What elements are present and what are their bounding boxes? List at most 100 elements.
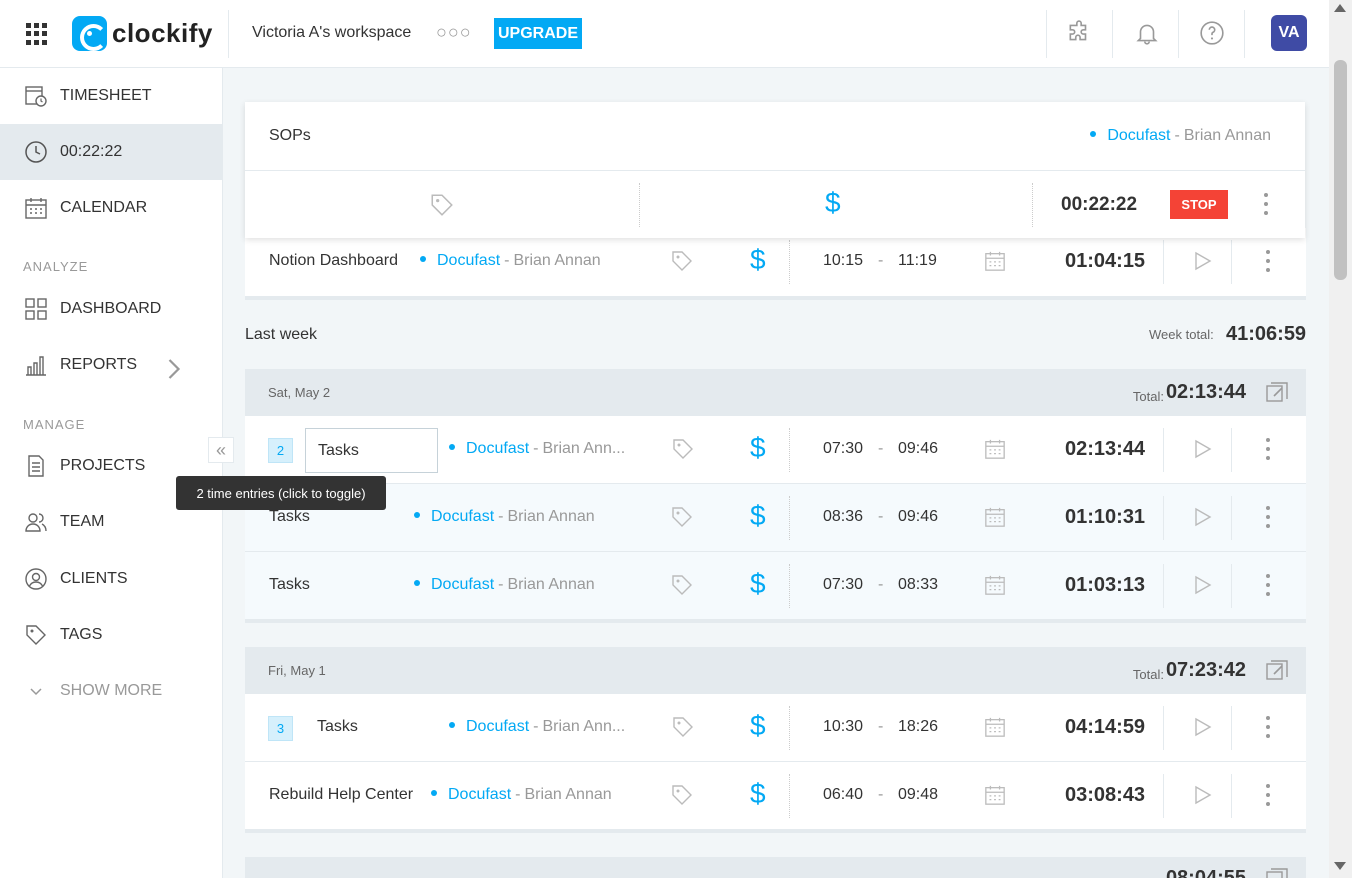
group-count-badge[interactable]: 3 bbox=[268, 716, 293, 741]
end-time[interactable]: 09:46 bbox=[898, 508, 938, 526]
workspace-name[interactable]: Victoria A's workspace bbox=[252, 24, 411, 42]
help-icon[interactable] bbox=[1199, 20, 1225, 46]
entry-project[interactable]: Docufast - Brian Annan bbox=[420, 252, 601, 270]
entry-description[interactable]: Notion Dashboard bbox=[269, 252, 398, 270]
end-time[interactable]: 18:26 bbox=[898, 718, 938, 736]
calendar-icon[interactable] bbox=[984, 784, 1006, 806]
tag-icon[interactable] bbox=[671, 437, 695, 461]
clockify-logo[interactable]: clockify bbox=[72, 16, 213, 51]
sidebar-item-calendar[interactable]: CALENDAR bbox=[0, 180, 222, 236]
sidebar-item-dashboard[interactable]: DASHBOARD bbox=[0, 281, 222, 337]
start-time[interactable]: 07:30 bbox=[823, 440, 863, 458]
apps-grid-icon[interactable] bbox=[26, 23, 48, 45]
more-vert-icon[interactable] bbox=[1263, 248, 1273, 274]
end-time[interactable]: 09:46 bbox=[898, 440, 938, 458]
tag-icon[interactable] bbox=[671, 715, 695, 739]
start-time[interactable]: 06:40 bbox=[823, 786, 863, 804]
billable-icon[interactable]: $ bbox=[750, 244, 766, 276]
calendar-icon[interactable] bbox=[984, 574, 1006, 596]
entry-duration[interactable]: 02:13:44 bbox=[1065, 438, 1145, 461]
workspace-more-icon[interactable]: ○○○ bbox=[436, 22, 472, 43]
billable-icon[interactable]: $ bbox=[750, 778, 766, 810]
tag-icon[interactable] bbox=[670, 783, 694, 807]
scrollbar[interactable] bbox=[1329, 0, 1352, 878]
play-icon[interactable] bbox=[1192, 575, 1212, 595]
divider bbox=[639, 183, 640, 227]
timer-description[interactable]: SOPs bbox=[269, 127, 311, 145]
play-icon[interactable] bbox=[1192, 251, 1212, 271]
sidebar-show-more[interactable]: SHOW MORE bbox=[0, 663, 222, 719]
entry-project[interactable]: Docufast - Brian Ann... bbox=[449, 718, 635, 736]
start-time[interactable]: 10:30 bbox=[823, 718, 863, 736]
sidebar-item-timesheet[interactable]: TIMESHEET bbox=[0, 68, 222, 124]
billable-icon[interactable]: $ bbox=[750, 568, 766, 600]
entry-duration[interactable]: 01:04:15 bbox=[1065, 250, 1145, 273]
billable-icon[interactable]: $ bbox=[750, 500, 766, 532]
entry-duration[interactable]: 03:08:43 bbox=[1065, 784, 1145, 807]
bulk-edit-icon[interactable] bbox=[1265, 867, 1289, 878]
end-time[interactable]: 08:33 bbox=[898, 576, 938, 594]
billable-icon[interactable]: $ bbox=[750, 710, 766, 742]
sidebar-item-reports[interactable]: REPORTS bbox=[0, 337, 222, 393]
more-vert-icon[interactable] bbox=[1263, 436, 1273, 462]
calendar-icon[interactable] bbox=[984, 716, 1006, 738]
end-time[interactable]: 09:48 bbox=[898, 786, 938, 804]
calendar-icon[interactable] bbox=[984, 438, 1006, 460]
entry-description[interactable]: Rebuild Help Center bbox=[269, 786, 413, 804]
scroll-down-icon[interactable] bbox=[1334, 862, 1346, 870]
timer-project[interactable]: Docufast - Brian Annan bbox=[1090, 127, 1271, 145]
entry-project[interactable]: Docufast - Brian Annan bbox=[414, 508, 595, 526]
tooltip: 2 time entries (click to toggle) bbox=[176, 476, 386, 510]
more-vert-icon[interactable] bbox=[1263, 504, 1273, 530]
tag-icon[interactable] bbox=[670, 573, 694, 597]
puzzle-icon[interactable] bbox=[1066, 20, 1092, 46]
calendar-icon[interactable] bbox=[984, 506, 1006, 528]
entry-description[interactable]: Tasks bbox=[317, 718, 358, 736]
description-input[interactable]: Tasks bbox=[305, 428, 438, 473]
start-time[interactable]: 08:36 bbox=[823, 508, 863, 526]
more-vert-icon[interactable] bbox=[1261, 191, 1271, 217]
start-time[interactable]: 10:15 bbox=[823, 252, 863, 270]
billable-icon[interactable]: $ bbox=[750, 432, 766, 464]
end-time[interactable]: 11:19 bbox=[898, 252, 937, 270]
play-icon[interactable] bbox=[1192, 785, 1212, 805]
play-icon[interactable] bbox=[1192, 439, 1212, 459]
entry-description[interactable]: Tasks bbox=[269, 576, 310, 594]
tag-icon[interactable] bbox=[670, 249, 694, 273]
project-name: Docufast bbox=[466, 440, 530, 457]
more-vert-icon[interactable] bbox=[1263, 782, 1273, 808]
sidebar-item-time-tracker[interactable]: 00:22:22 bbox=[0, 124, 222, 180]
upgrade-button[interactable]: UPGRADE bbox=[494, 18, 582, 49]
group-count-badge[interactable]: 2 bbox=[268, 438, 293, 463]
billable-icon[interactable]: $ bbox=[825, 187, 841, 219]
calendar-icon[interactable] bbox=[984, 250, 1006, 272]
client-name: Brian Annan bbox=[513, 252, 601, 269]
entry-duration[interactable]: 04:14:59 bbox=[1065, 716, 1145, 739]
bell-icon[interactable] bbox=[1134, 20, 1160, 46]
entry-project[interactable]: Docufast - Brian Annan bbox=[431, 786, 612, 804]
stop-button[interactable]: STOP bbox=[1170, 190, 1228, 219]
project-dot bbox=[414, 579, 420, 586]
entry-duration[interactable]: 01:10:31 bbox=[1065, 506, 1145, 529]
bulk-edit-icon[interactable] bbox=[1265, 381, 1289, 403]
more-vert-icon[interactable] bbox=[1263, 572, 1273, 598]
divider bbox=[1231, 240, 1232, 284]
sidebar-item-clients[interactable]: CLIENTS bbox=[0, 551, 222, 607]
entry-duration[interactable]: 01:03:13 bbox=[1065, 574, 1145, 597]
play-icon[interactable] bbox=[1192, 717, 1212, 737]
divider bbox=[1163, 774, 1164, 818]
collapse-sidebar-icon[interactable]: « bbox=[208, 437, 234, 463]
tag-icon[interactable] bbox=[429, 192, 455, 218]
more-vert-icon[interactable] bbox=[1263, 714, 1273, 740]
scroll-up-icon[interactable] bbox=[1334, 4, 1346, 12]
bulk-edit-icon[interactable] bbox=[1265, 659, 1289, 681]
entry-description[interactable]: Tasks bbox=[269, 508, 310, 526]
sidebar-item-tags[interactable]: TAGS bbox=[0, 607, 222, 663]
scroll-thumb[interactable] bbox=[1334, 60, 1347, 280]
play-icon[interactable] bbox=[1192, 507, 1212, 527]
entry-project[interactable]: Docufast - Brian Annan bbox=[414, 576, 595, 594]
user-avatar[interactable]: VA bbox=[1271, 15, 1307, 51]
tag-icon[interactable] bbox=[670, 505, 694, 529]
entry-project[interactable]: Docufast - Brian Ann... bbox=[449, 440, 635, 458]
start-time[interactable]: 07:30 bbox=[823, 576, 863, 594]
